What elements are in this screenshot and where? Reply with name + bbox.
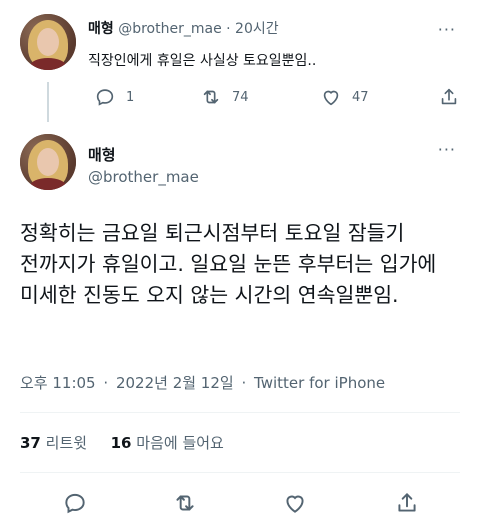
retweet-count: 74 [232,89,249,105]
share-icon [441,88,457,105]
reply-icon [65,493,85,514]
retweets-count: 37 [20,434,41,452]
reply-button[interactable] [62,490,88,516]
timestamp[interactable]: 20시간 [235,21,279,37]
likes-label: 마음에 들어요 [136,434,224,452]
tweet-header: 매형 @brother_mae · 20시간 [88,18,279,38]
avatar[interactable] [20,14,76,70]
more-icon[interactable]: ··· [438,20,456,39]
tweet-actions [0,490,480,520]
like-button[interactable]: 47 [320,86,369,108]
like-icon [323,90,339,106]
separator: · [241,374,247,392]
tweet-date[interactable]: 2022년 2월 12일 [116,374,234,392]
share-icon [398,493,416,512]
like-button[interactable] [282,490,308,516]
tweet-text: 정확히는 금요일 퇴근시점부터 토요일 잠들기 전까지가 휴일이고. 일요일 눈… [20,221,437,307]
retweet-icon [203,90,219,104]
handle[interactable]: @brother_mae [88,168,199,186]
more-icon[interactable]: ··· [438,140,456,159]
separator: · [103,374,109,392]
retweet-icon [176,495,194,511]
reply-icon [96,89,114,106]
avatar[interactable] [20,134,76,190]
retweets-stat[interactable]: 37 리트윗 [20,434,92,452]
tweet-text: 직장인에게 휴일은 사실상 토요일뿐임.. [88,53,317,69]
share-button[interactable] [438,86,460,108]
thread-line [47,82,49,122]
display-name[interactable]: 매형 [88,21,114,37]
like-count: 47 [352,89,369,105]
handle[interactable]: @brother_mae [118,21,221,37]
time-separator: · [221,21,236,37]
tweet-actions: 1 74 47 [88,86,464,110]
likes-count: 16 [110,434,132,452]
tweet-stats: 37 리트윗 16 마음에 들어요 [20,432,224,453]
reply-button[interactable]: 1 [94,86,134,108]
tweet-meta: 오후 11:05 · 2022년 2월 12일 · Twitter for iP… [20,372,385,393]
divider [20,472,460,473]
share-button[interactable] [394,490,420,516]
retweets-label: 리트윗 [45,434,88,452]
retweet-button[interactable]: 74 [200,86,249,108]
retweet-button[interactable] [172,490,198,516]
tweet-time[interactable]: 오후 11:05 [20,374,96,392]
likes-stat[interactable]: 16 마음에 들어요 [111,434,224,452]
divider [20,412,460,413]
display-name[interactable]: 매형 [88,144,116,165]
like-icon [286,495,304,513]
reply-count: 1 [126,89,135,105]
tweet-source[interactable]: Twitter for iPhone [254,374,385,392]
